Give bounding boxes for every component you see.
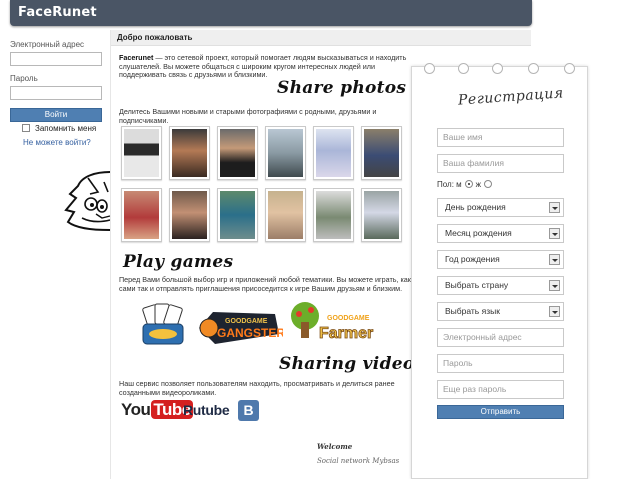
birth-year-select[interactable]: Год рождения xyxy=(437,250,564,269)
chevron-down-icon xyxy=(549,254,560,265)
submit-button[interactable]: Отправить xyxy=(437,405,564,419)
login-button[interactable]: Войти xyxy=(10,108,102,122)
photo-thumbnail[interactable] xyxy=(313,188,354,242)
intro-body: — это сетевой проект, который помогает л… xyxy=(119,53,407,79)
photo-thumbnail[interactable] xyxy=(217,126,258,180)
registration-card: Регистрация Ваше имя Ваша фамилия Пол: м… xyxy=(411,63,588,479)
youtube-logo[interactable]: You Tube xyxy=(121,400,193,420)
share-photos-heading: Share photos xyxy=(277,78,407,98)
play-games-heading: Play games xyxy=(123,252,234,272)
chevron-down-icon xyxy=(549,202,560,213)
email-input[interactable]: Электронный адрес xyxy=(437,328,564,347)
photo-thumbnail[interactable] xyxy=(217,188,258,242)
share-photos-text: Делитесь Вашими новыми и старыми фотогра… xyxy=(119,107,377,125)
birth-month-select[interactable]: Месяц рождения xyxy=(437,224,564,243)
welcome-title: Добро пожаловать xyxy=(117,33,193,42)
country-select[interactable]: Выбрать страну xyxy=(437,276,564,295)
photo-thumbnail[interactable] xyxy=(169,188,210,242)
chevron-down-icon xyxy=(549,306,560,317)
top-bar: FaceRunet xyxy=(10,0,532,26)
signature: Welcome Social network Mybsas xyxy=(317,442,399,465)
chevron-down-icon xyxy=(549,228,560,239)
gender-female-label: ж xyxy=(475,180,481,189)
gender-label: Пол: м xyxy=(437,180,462,189)
signature-welcome: Welcome xyxy=(317,442,353,451)
gender-selector: Пол: м ж xyxy=(437,180,495,189)
binder-ring xyxy=(492,63,503,74)
welcome-bar: Добро пожаловать xyxy=(111,30,531,46)
chevron-down-icon xyxy=(549,280,560,291)
password-input[interactable]: Пароль xyxy=(437,354,564,373)
sharing-videos-heading: Sharing videos xyxy=(279,354,425,374)
gangster-game-logo[interactable]: GOODGAME GANGSTER xyxy=(195,304,283,350)
remember-label: Запомнить меня xyxy=(35,124,97,133)
sharing-videos-text: Наш сервис позволяет пользователям наход… xyxy=(119,379,395,397)
brand-logo[interactable]: FaceRunet xyxy=(18,5,97,20)
photo-thumbnail[interactable] xyxy=(361,188,402,242)
mascot-doodle xyxy=(64,171,111,231)
card-game-logo[interactable] xyxy=(139,302,187,348)
vk-video-logo[interactable]: B xyxy=(238,400,259,421)
rutube-logo[interactable]: Rutube xyxy=(183,402,230,418)
svg-text:GOODGAME: GOODGAME xyxy=(225,318,268,325)
farmer-game-logo[interactable]: GOODGAME Farmer xyxy=(287,300,379,348)
remember-me[interactable]: Запомнить меня xyxy=(22,124,96,133)
photo-thumbnail[interactable] xyxy=(169,126,210,180)
binder-ring xyxy=(564,63,575,74)
password-repeat-input[interactable]: Еще раз пароль xyxy=(437,380,564,399)
remember-checkbox[interactable] xyxy=(22,124,30,132)
svg-text:Farmer: Farmer xyxy=(319,325,373,342)
photo-thumbnail[interactable] xyxy=(361,126,402,180)
photo-thumbnail[interactable] xyxy=(313,126,354,180)
email-label: Электронный адрес xyxy=(10,40,85,49)
intro-text: Facerunet — это сетевой проект, который … xyxy=(119,53,411,80)
login-form: Электронный адрес Пароль Войти xyxy=(10,40,102,122)
photo-thumbnail[interactable] xyxy=(121,188,162,242)
gender-male-radio[interactable] xyxy=(464,180,473,188)
photo-thumbnail[interactable] xyxy=(265,126,306,180)
last-name-input[interactable]: Ваша фамилия xyxy=(437,154,564,173)
photo-thumbnail[interactable] xyxy=(121,126,162,180)
login-email-input[interactable] xyxy=(10,52,102,66)
svg-text:GANGSTER: GANGSTER xyxy=(217,326,283,340)
signature-network: Social network Mybsas xyxy=(317,457,400,465)
binder-ring xyxy=(424,63,435,74)
first-name-input[interactable]: Ваше имя xyxy=(437,128,564,147)
play-games-text: Перед Вами большой выбор игр и приложени… xyxy=(119,275,411,293)
photo-thumbnail[interactable] xyxy=(265,188,306,242)
binder-ring xyxy=(528,63,539,74)
registration-title: Регистрация xyxy=(457,85,565,109)
login-password-input[interactable] xyxy=(10,86,102,100)
password-label: Пароль xyxy=(10,74,38,83)
forgot-password-link[interactable]: Не можете войти? xyxy=(23,138,91,147)
svg-text:GOODGAME: GOODGAME xyxy=(327,315,370,322)
language-select[interactable]: Выбрать язык xyxy=(437,302,564,321)
gender-female-radio[interactable] xyxy=(484,180,492,188)
binder-ring xyxy=(458,63,469,74)
birth-day-select[interactable]: День рождения xyxy=(437,198,564,217)
